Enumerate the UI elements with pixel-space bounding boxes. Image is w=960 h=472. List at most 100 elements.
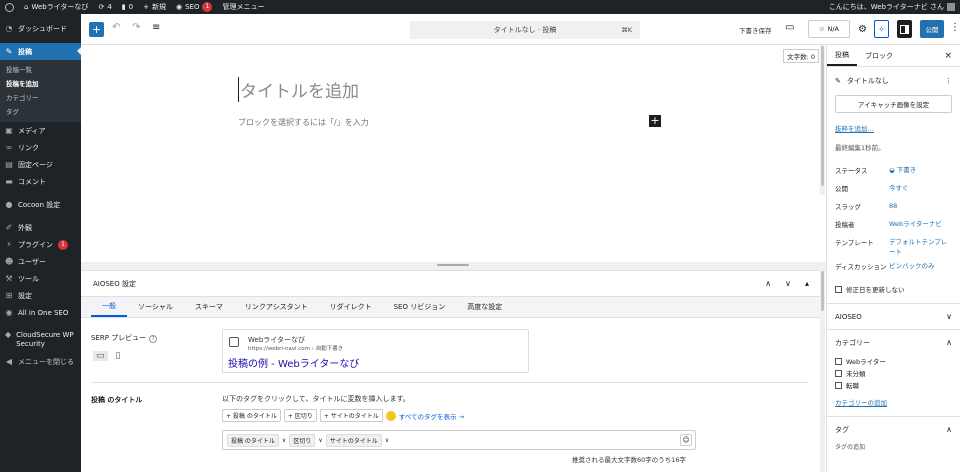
sidebar-item-aioseo[interactable]: ◉ All in One SEO xyxy=(0,304,81,321)
insert-separator-tag[interactable]: + 区切り xyxy=(283,409,317,422)
add-block-icon[interactable]: + xyxy=(649,115,661,127)
undo-icon[interactable]: ↶ xyxy=(112,22,120,33)
metabox-scrollbar[interactable] xyxy=(820,270,825,472)
title-chip-post-title[interactable]: 投稿 のタイトル xyxy=(227,433,279,447)
tab-advanced[interactable]: 高度な設定 xyxy=(456,297,513,317)
slug-value[interactable]: 88 xyxy=(889,201,897,219)
document-overview-icon[interactable]: ≡ xyxy=(152,22,160,33)
checkbox[interactable] xyxy=(835,285,842,293)
title-chip-separator[interactable]: 区切り xyxy=(289,433,316,447)
status-row: ステータス ◒ 下書き xyxy=(827,165,960,183)
magic-wand-icon[interactable]: ✧ xyxy=(874,20,889,38)
tab-seo-revisions[interactable]: SEO リビジョン xyxy=(383,297,457,317)
sidebar-item-users[interactable]: ☻ ユーザー xyxy=(0,253,81,270)
sidebar-item-posts[interactable]: ✎ 投稿 xyxy=(0,43,81,60)
close-icon[interactable]: × xyxy=(944,45,960,66)
title-chip-site-title[interactable]: サイトのタイトル xyxy=(325,433,382,447)
new-content-link[interactable]: + 新規 xyxy=(138,0,171,14)
category-career[interactable]: 転職 xyxy=(827,379,960,391)
sidebar-item-appearance[interactable]: ✐ 外観 xyxy=(0,219,81,236)
tag-panel-header[interactable]: タグ ∧ xyxy=(827,416,960,442)
discussion-value[interactable]: ピンバックのみ xyxy=(889,261,935,279)
aioseo-panel-header[interactable]: AIOSEO ∨ xyxy=(827,303,960,329)
character-count: 推奨される最大文字数60字のうち16字 xyxy=(572,456,687,464)
page-icon: ▤ xyxy=(5,159,13,169)
sidebar-item-pages[interactable]: ▤ 固定ページ xyxy=(0,156,81,173)
tab-block[interactable]: ブロック xyxy=(857,45,901,66)
options-icon[interactable]: ⋮ xyxy=(950,22,960,33)
template-value[interactable]: デフォルトテンプレート xyxy=(889,237,949,261)
chevron-down-icon[interactable]: ∨ xyxy=(318,437,322,444)
tab-social[interactable]: ソーシャル xyxy=(127,297,184,317)
sidebar-item-media[interactable]: ▣ メディア xyxy=(0,122,81,139)
collapse-toggle-icon[interactable]: ▴ xyxy=(805,279,809,288)
emoji-picker-icon[interactable]: ☺ xyxy=(680,434,692,446)
aioseo-toggle-button[interactable]: ⚙ xyxy=(855,20,870,38)
desktop-icon[interactable]: ▭ xyxy=(93,351,108,361)
status-value[interactable]: ◒ 下書き xyxy=(889,165,916,183)
submenu-all-posts[interactable]: 投稿一覧 xyxy=(0,63,81,77)
category-webwriter[interactable]: Webライター xyxy=(827,355,960,367)
document-title-bar[interactable]: タイトルなし · 投稿 ⌘K xyxy=(410,21,640,39)
author-value[interactable]: Webライターナビ xyxy=(889,219,942,237)
mobile-icon[interactable]: ▯ xyxy=(116,351,121,361)
featured-image-button[interactable]: アイキャッチ画像を設定 xyxy=(835,95,952,113)
checkbox[interactable] xyxy=(835,369,842,377)
no-update-date-checkbox[interactable]: 修正日を更新しない xyxy=(827,279,960,299)
aioseo-score-button[interactable]: ⊘ N/A xyxy=(808,20,850,38)
add-tag-label: タグの追加 xyxy=(835,444,866,451)
add-category-link[interactable]: カテゴリーの追加 xyxy=(827,391,960,416)
admin-menu-link[interactable]: 管理メニュー xyxy=(217,0,269,14)
user-greeting[interactable]: こんにちは、Webライターナビ さん xyxy=(824,0,960,14)
publish-button[interactable]: 公開 xyxy=(920,20,944,38)
emoji-icon[interactable] xyxy=(385,410,396,421)
updates-link[interactable]: ⟳ 4 xyxy=(93,0,116,14)
tab-post[interactable]: 投稿 xyxy=(827,45,857,66)
sidebar-item-settings[interactable]: ⊞ 設定 xyxy=(0,287,81,304)
sidebar-item-dashboard[interactable]: ◔ ダッシュボード xyxy=(0,20,81,37)
metabox-resize-handle[interactable] xyxy=(81,262,826,270)
preview-device-icon[interactable]: ▭ xyxy=(785,22,794,33)
help-icon[interactable]: ? xyxy=(149,335,158,343)
sidebar-item-plugins[interactable]: ⚡ プラグイン 1 xyxy=(0,236,81,253)
sidebar-item-cloudsecure[interactable]: ◆ CloudSecure WP Security xyxy=(0,327,81,353)
block-inserter-button[interactable]: + xyxy=(89,22,104,37)
seo-menu[interactable]: ◉ SEO 1 xyxy=(171,0,218,14)
sidebar-item-collapse[interactable]: ◀ メニューを閉じる xyxy=(0,353,81,370)
publish-value[interactable]: 今すぐ xyxy=(889,183,909,201)
checkbox[interactable] xyxy=(835,357,842,365)
tab-redirects[interactable]: リダイレクト xyxy=(319,297,383,317)
checkbox[interactable] xyxy=(835,381,842,389)
category-uncategorized[interactable]: 未分類 xyxy=(827,367,960,379)
chevron-down-icon[interactable]: ∨ xyxy=(385,437,389,444)
sidebar-item-comments[interactable]: ▬ コメント xyxy=(0,173,81,190)
editor-scrollbar[interactable] xyxy=(820,45,825,195)
show-all-tags-link[interactable]: すべてのタグを表示 → xyxy=(399,411,464,421)
tab-schema[interactable]: スキーマ xyxy=(184,297,234,317)
sidebar-item-cocoon[interactable]: ● Cocoon 設定 xyxy=(0,196,81,213)
tab-link-assistant[interactable]: リンクアシスタント xyxy=(234,297,319,317)
category-panel-header[interactable]: カテゴリー ∧ xyxy=(827,329,960,355)
move-down-icon[interactable]: ∨ xyxy=(785,279,791,288)
submenu-add-post[interactable]: 投稿を追加 xyxy=(0,77,81,91)
add-excerpt-link[interactable]: 抜粋を追加… xyxy=(827,113,960,133)
site-name-link[interactable]: ⌂ Webライターなび xyxy=(19,0,93,14)
tab-general[interactable]: 一般 xyxy=(91,297,127,317)
submenu-categories[interactable]: カテゴリー xyxy=(0,91,81,105)
chevron-down-icon[interactable]: ∨ xyxy=(282,437,286,444)
post-title-input[interactable]: タイトルを追加 xyxy=(238,77,359,102)
move-up-icon[interactable]: ∧ xyxy=(765,279,771,288)
settings-sidebar-toggle[interactable] xyxy=(897,20,912,38)
save-draft-button[interactable]: 下書き保存 xyxy=(739,25,772,35)
seo-title-input[interactable]: 投稿 のタイトル ∨ 区切り ∨ サイトのタイトル ∨ ☺ xyxy=(222,430,696,450)
sidebar-item-tools[interactable]: ⚒ ツール xyxy=(0,270,81,287)
block-placeholder[interactable]: ブロックを選択するには「/」を入力 xyxy=(238,117,369,128)
sidebar-item-links[interactable]: ∞ リンク xyxy=(0,139,81,156)
insert-post-title-tag[interactable]: + 投稿 のタイトル xyxy=(222,409,281,422)
redo-icon[interactable]: ↷ xyxy=(132,22,140,33)
submenu-tags[interactable]: タグ xyxy=(0,105,81,119)
comments-link[interactable]: ▮ 0 xyxy=(117,0,138,14)
insert-site-title-tag[interactable]: + サイトのタイトル xyxy=(319,409,383,422)
wp-logo-menu[interactable] xyxy=(0,0,19,14)
more-actions-icon[interactable]: ⋮ xyxy=(945,77,952,85)
